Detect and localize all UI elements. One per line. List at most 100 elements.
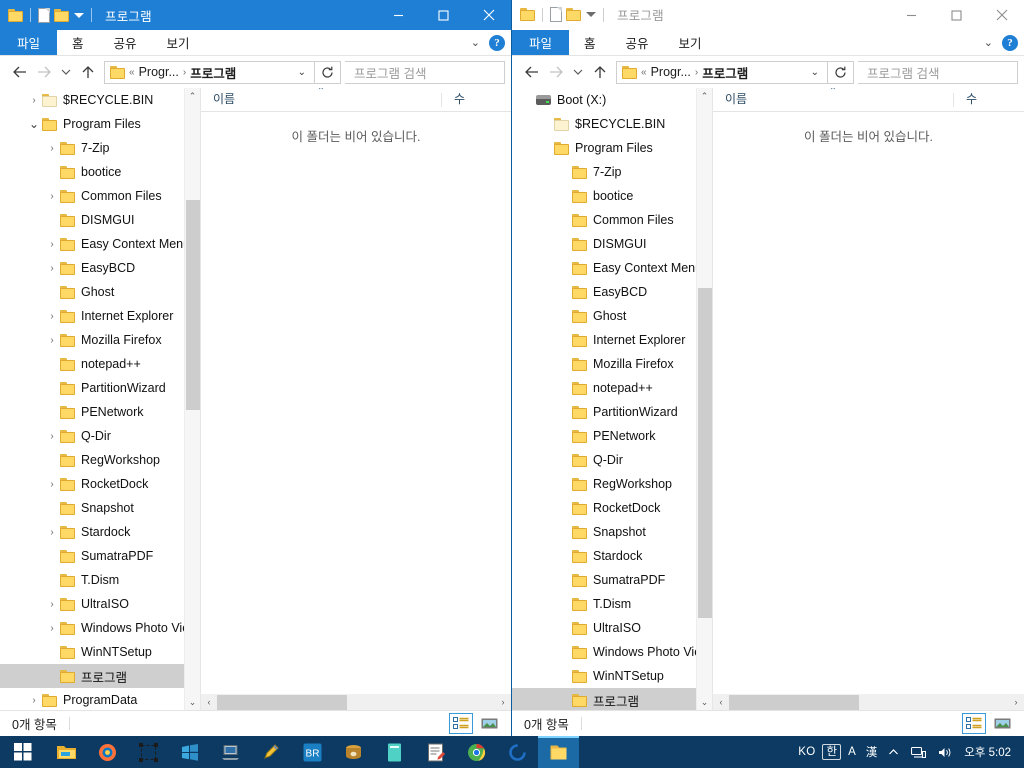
scroll-left-arrow[interactable]: ‹ [713,697,729,707]
tree-item[interactable]: › Easy Context Menu [0,232,184,256]
tree-item[interactable]: notepad++ [0,352,184,376]
chevron-down-icon[interactable] [586,12,596,17]
forward-button[interactable] [32,59,56,85]
tree-item[interactable]: bootice [512,184,696,208]
minimize-button[interactable] [376,0,421,30]
search-input[interactable]: 프로그램 검색 [345,60,505,84]
taskbar-clock[interactable]: 오후 5:02 [959,744,1016,760]
breadcrumb-item[interactable]: Progr... [651,65,691,79]
taskbar-paint-tool-icon[interactable] [251,736,292,768]
up-button[interactable] [76,59,100,85]
taskbar-notepad-icon[interactable] [415,736,456,768]
taskbar-archive-app-icon[interactable] [333,736,374,768]
details-view-button[interactable] [449,713,473,734]
tree-item[interactable]: WinNTSetup [0,640,184,664]
tree-item[interactable]: EasyBCD [512,280,696,304]
refresh-button[interactable] [315,60,341,84]
scrollbar-track[interactable] [217,694,495,710]
up-button[interactable] [588,59,612,85]
ribbon-tab-보기[interactable]: 보기 [152,30,205,55]
tree-item[interactable]: T.Dism [512,592,696,616]
scrollbar-thumb[interactable] [186,200,200,410]
tree-item-selected[interactable]: 프로그램 [512,688,696,710]
tree-item[interactable]: SumatraPDF [0,544,184,568]
scroll-down-arrow[interactable]: ⌄ [697,694,712,710]
chevron-right-icon[interactable]: › [26,95,42,106]
document-icon[interactable] [550,7,562,22]
tree-item[interactable]: ⌄ Program Files [0,112,184,136]
tree-item[interactable]: Windows Photo Viewer [512,640,696,664]
windows-start-icon[interactable] [0,736,46,768]
chevron-right-icon[interactable]: › [44,623,60,634]
tree-item[interactable]: Ghost [0,280,184,304]
refresh-button[interactable] [828,60,854,84]
close-button[interactable] [466,0,511,30]
breadcrumb-dropdown-icon[interactable]: ⌄ [806,67,824,78]
taskbar-windows-logo-blue-icon[interactable] [169,736,210,768]
scroll-down-arrow[interactable]: ⌄ [185,694,200,710]
tray-ime-alpha[interactable]: A [843,746,861,758]
breadcrumb-collapsed-icon[interactable]: « [129,67,135,78]
taskbar-teal-app-icon[interactable] [374,736,415,768]
large-icons-view-button[interactable] [990,713,1014,734]
breadcrumb-bar[interactable]: « Progr... › 프로그램 ⌄ [616,60,828,84]
tree-item[interactable]: Boot (X:) [512,88,696,112]
taskbar-chrome-icon[interactable] [456,736,497,768]
tree-item[interactable]: Easy Context Menu [512,256,696,280]
column-header-name[interactable]: ⌃ 이름 [713,88,953,111]
taskbar-explorer-window-icon[interactable] [538,736,579,768]
help-icon[interactable]: ? [489,35,505,51]
chevron-right-icon[interactable]: › [44,311,60,322]
large-icons-view-button[interactable] [477,713,501,734]
tray-ime-hanja[interactable]: 漢 [861,744,883,760]
tree-item[interactable]: Internet Explorer [512,328,696,352]
chevron-right-icon[interactable]: › [44,263,60,274]
column-header-name[interactable]: ⌃ 이름 [201,88,441,111]
document-icon[interactable] [38,7,50,23]
chevron-right-icon[interactable]: › [44,431,60,442]
recent-locations-button[interactable] [56,59,76,85]
chevron-down-icon[interactable]: ⌄ [26,118,42,130]
ribbon-tab-파일[interactable]: 파일 [0,30,58,55]
tree-item-selected[interactable]: 프로그램 [0,664,184,688]
tree-item[interactable]: Program Files [512,136,696,160]
tree-item[interactable]: › EasyBCD [0,256,184,280]
scroll-up-arrow[interactable]: ⌃ [697,88,712,104]
taskbar-file-explorer-icon[interactable] [46,736,87,768]
tree-item[interactable]: › Internet Explorer [0,304,184,328]
ribbon-tab-보기[interactable]: 보기 [664,30,717,55]
taskbar-firefox-icon[interactable] [87,736,128,768]
tree-item[interactable]: UltraISO [512,616,696,640]
breadcrumb-item[interactable]: 프로그램 [190,63,236,82]
scrollbar-thumb[interactable] [217,695,347,710]
tree-item[interactable]: PENetwork [512,424,696,448]
tree-item[interactable]: › Stardock [0,520,184,544]
chevron-right-icon[interactable]: › [44,143,60,154]
chevron-right-icon[interactable]: › [26,695,42,706]
search-input[interactable]: 프로그램 검색 [858,60,1018,84]
tray-language[interactable]: KO [793,746,820,758]
scrollbar-thumb[interactable] [729,695,859,710]
chevron-down-icon[interactable]: ⌄ [471,37,480,49]
column-header-date[interactable]: 수 [442,88,465,111]
chevron-up-icon[interactable] [882,747,905,758]
chevron-right-icon[interactable]: › [44,479,60,490]
tree-item[interactable]: Mozilla Firefox [512,352,696,376]
tree-item[interactable]: › ProgramData [0,688,184,710]
tree-item[interactable]: Common Files [512,208,696,232]
tree-item[interactable]: 7-Zip [512,160,696,184]
tree-item[interactable]: Ghost [512,304,696,328]
tree-item[interactable]: T.Dism [0,568,184,592]
back-button[interactable] [8,59,32,85]
breadcrumb-item[interactable]: Progr... [139,65,179,79]
tree-item[interactable]: DISMGUI [512,232,696,256]
taskbar-br-app-icon[interactable]: BR [292,736,333,768]
ribbon-tab-공유[interactable]: 공유 [99,30,152,55]
tree-item[interactable]: SumatraPDF [512,568,696,592]
tree-item[interactable]: $RECYCLE.BIN [512,112,696,136]
tree-item[interactable]: › Mozilla Firefox [0,328,184,352]
scrollbar-thumb[interactable] [698,288,712,618]
horizontal-scrollbar[interactable]: ‹ › [713,694,1024,710]
scroll-left-arrow[interactable]: ‹ [201,697,217,707]
column-header-date[interactable]: 수 [954,88,977,111]
